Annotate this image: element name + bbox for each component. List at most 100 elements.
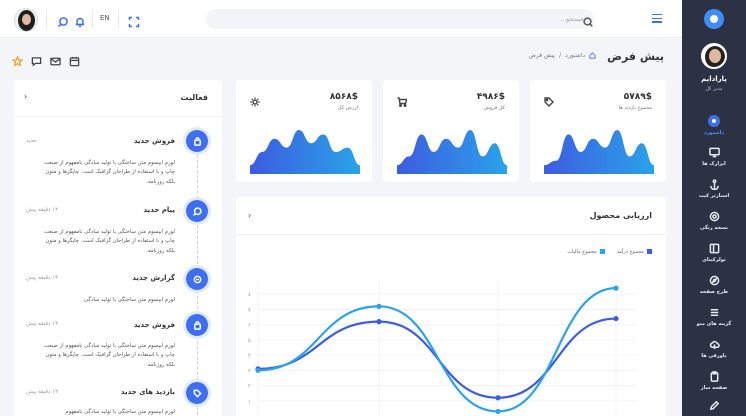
stat-value: ۴۹۸۶$	[476, 92, 505, 102]
sparkline-area	[544, 130, 654, 174]
stat-card-visits: ۵۷۸۹$ مجموع بازدید ها	[530, 80, 666, 182]
data-point[interactable]	[495, 395, 501, 401]
fullscreen-icon[interactable]	[128, 13, 140, 28]
y-tick-label: ۴	[248, 353, 251, 359]
page-title: پیش فرض	[607, 50, 664, 63]
sidebar-item-label: داشبورد	[704, 129, 724, 136]
user-role: مدیر کل	[705, 86, 723, 92]
pencil-icon	[709, 400, 719, 410]
bag-icon	[186, 314, 208, 336]
timeline-title: گزارش جدید	[132, 274, 175, 282]
data-point[interactable]	[376, 319, 382, 325]
timeline-title: فروش جدید	[133, 137, 175, 145]
timeline-text: لورم ایپسوم متن ساختگی با تولید سادگی نا…	[44, 229, 175, 254]
timeline-time: ۱۴ دقیقه پیش	[26, 321, 59, 327]
stat-card-total-value: ۸۵۶۸$ ارزش کل	[236, 80, 372, 182]
search-icon[interactable]	[57, 13, 69, 28]
data-point[interactable]	[495, 408, 501, 415]
layout-icon	[709, 243, 719, 254]
monitor-icon	[708, 147, 720, 158]
search-icon[interactable]	[582, 13, 594, 27]
breadcrumb: داشبورد / پیش فرض	[529, 52, 596, 59]
mail-icon[interactable]	[50, 52, 61, 66]
clipboard-icon	[710, 371, 718, 382]
stat-label: ارزش کل	[337, 105, 358, 111]
home-icon[interactable]	[589, 52, 596, 59]
legend-swatch	[599, 249, 605, 254]
header-avatar[interactable]	[14, 8, 38, 32]
tag-icon	[544, 92, 554, 107]
data-point[interactable]	[255, 367, 261, 373]
data-point[interactable]	[613, 285, 619, 291]
top-header: EN	[0, 0, 682, 38]
cloud-icon	[709, 340, 720, 350]
sidebar-item-label: صفحه ساز	[700, 385, 728, 391]
chart-title: ارزیابی محصول	[589, 211, 652, 220]
search-input[interactable]	[244, 9, 584, 29]
sidebar-item-widgets[interactable]: ابزارک ها	[682, 142, 746, 172]
search-box	[206, 9, 594, 29]
legend-label: مجموع مالیات	[567, 249, 597, 255]
sidebar-item-color-version[interactable]: نسخه رنگی	[682, 206, 746, 236]
breadcrumb-item[interactable]: داشبورد	[565, 52, 585, 59]
sidebar-item-toolkit[interactable]: تولزکیتای	[682, 238, 746, 268]
hamburger-menu-icon[interactable]	[652, 14, 662, 23]
language-switch[interactable]: EN	[100, 14, 110, 22]
user-name: پارادایم	[701, 75, 727, 83]
breadcrumb-separator: /	[559, 52, 562, 59]
product-evaluation-card: ارزیابی محصول › مجموع درآمد مجموع مالیات…	[236, 197, 666, 416]
sidebar-item-page-layout[interactable]: طرح صفحه	[682, 270, 746, 300]
y-tick-label: ۶	[248, 323, 251, 329]
sidebar-item-menu-options[interactable]: گزینه های منو	[682, 302, 746, 332]
data-point[interactable]	[613, 315, 619, 322]
sidebar-item-starter-kit[interactable]: استارتر کیت	[682, 174, 746, 204]
header-separator	[92, 10, 93, 28]
y-tick-label: ۱	[248, 399, 251, 405]
chevron-right-icon[interactable]: ›	[24, 92, 27, 101]
sidebar-item-edit[interactable]	[682, 394, 746, 416]
header-separator	[118, 10, 119, 28]
bag-icon	[186, 130, 208, 152]
target-icon	[709, 211, 719, 222]
divider	[14, 116, 222, 117]
logo[interactable]	[682, 0, 746, 38]
y-tick-label: ۳	[248, 368, 251, 374]
stat-label: مجموع بازدید ها	[618, 105, 652, 111]
sidebar-item-label: تولزکیتای	[702, 257, 726, 263]
avatar[interactable]	[701, 43, 727, 69]
timeline-text: لورم ایپسوم متن ساختگی با تولید سادگی.	[82, 297, 175, 303]
timeline-text: لورم ایپسوم متن ساختگی با تولید سادگی نا…	[44, 343, 175, 368]
timeline-title: پیام جدید	[143, 206, 175, 214]
sidebar-item-footers[interactable]: پاورقی ها	[682, 334, 746, 364]
chevron-right-icon[interactable]: ›	[248, 211, 251, 220]
stat-sparkline	[397, 130, 507, 174]
timeline-time: ۱۴ دقیقه پیش	[26, 207, 59, 213]
header-separator	[46, 10, 47, 28]
sidebar: پارادایم مدیر کل داشبورد ابزارک ها استار…	[682, 0, 746, 416]
timeline-time: ۱۴ دقیقه پیش	[26, 275, 59, 281]
sun-icon	[250, 92, 260, 107]
stat-label: کل فروش	[483, 105, 505, 111]
sparkline-area	[250, 130, 360, 174]
sidebar-item-label: ابزارک ها	[702, 161, 726, 167]
activity-panel: فعالیت › فروش جدید جدید لورم ایپسوم متن …	[14, 80, 222, 416]
calendar-icon[interactable]	[69, 52, 80, 67]
page-actions	[11, 52, 80, 67]
star-icon[interactable]	[11, 52, 24, 67]
sidebar-item-dashboard[interactable]: داشبورد	[682, 110, 746, 140]
menu-icon	[710, 309, 718, 316]
data-point[interactable]	[376, 303, 382, 309]
cart-icon	[397, 92, 408, 107]
timeline-text: لورم ایپسوم متن ساختگی با تولید سادگی نا…	[44, 160, 175, 185]
dashboard-icon	[708, 114, 720, 127]
message-icon	[186, 200, 208, 222]
divider	[236, 234, 666, 235]
activity-title: فعالیت	[180, 93, 209, 102]
legend-item[interactable]: مجموع درآمد	[617, 249, 652, 255]
bell-icon[interactable]	[74, 13, 86, 28]
legend-item[interactable]: مجموع مالیات	[567, 249, 605, 255]
sidebar-item-page-builder[interactable]: صفحه ساز	[682, 366, 746, 396]
chat-icon[interactable]	[31, 52, 42, 67]
y-tick-label: ۷	[248, 307, 251, 313]
minus-circle-icon	[186, 268, 208, 290]
